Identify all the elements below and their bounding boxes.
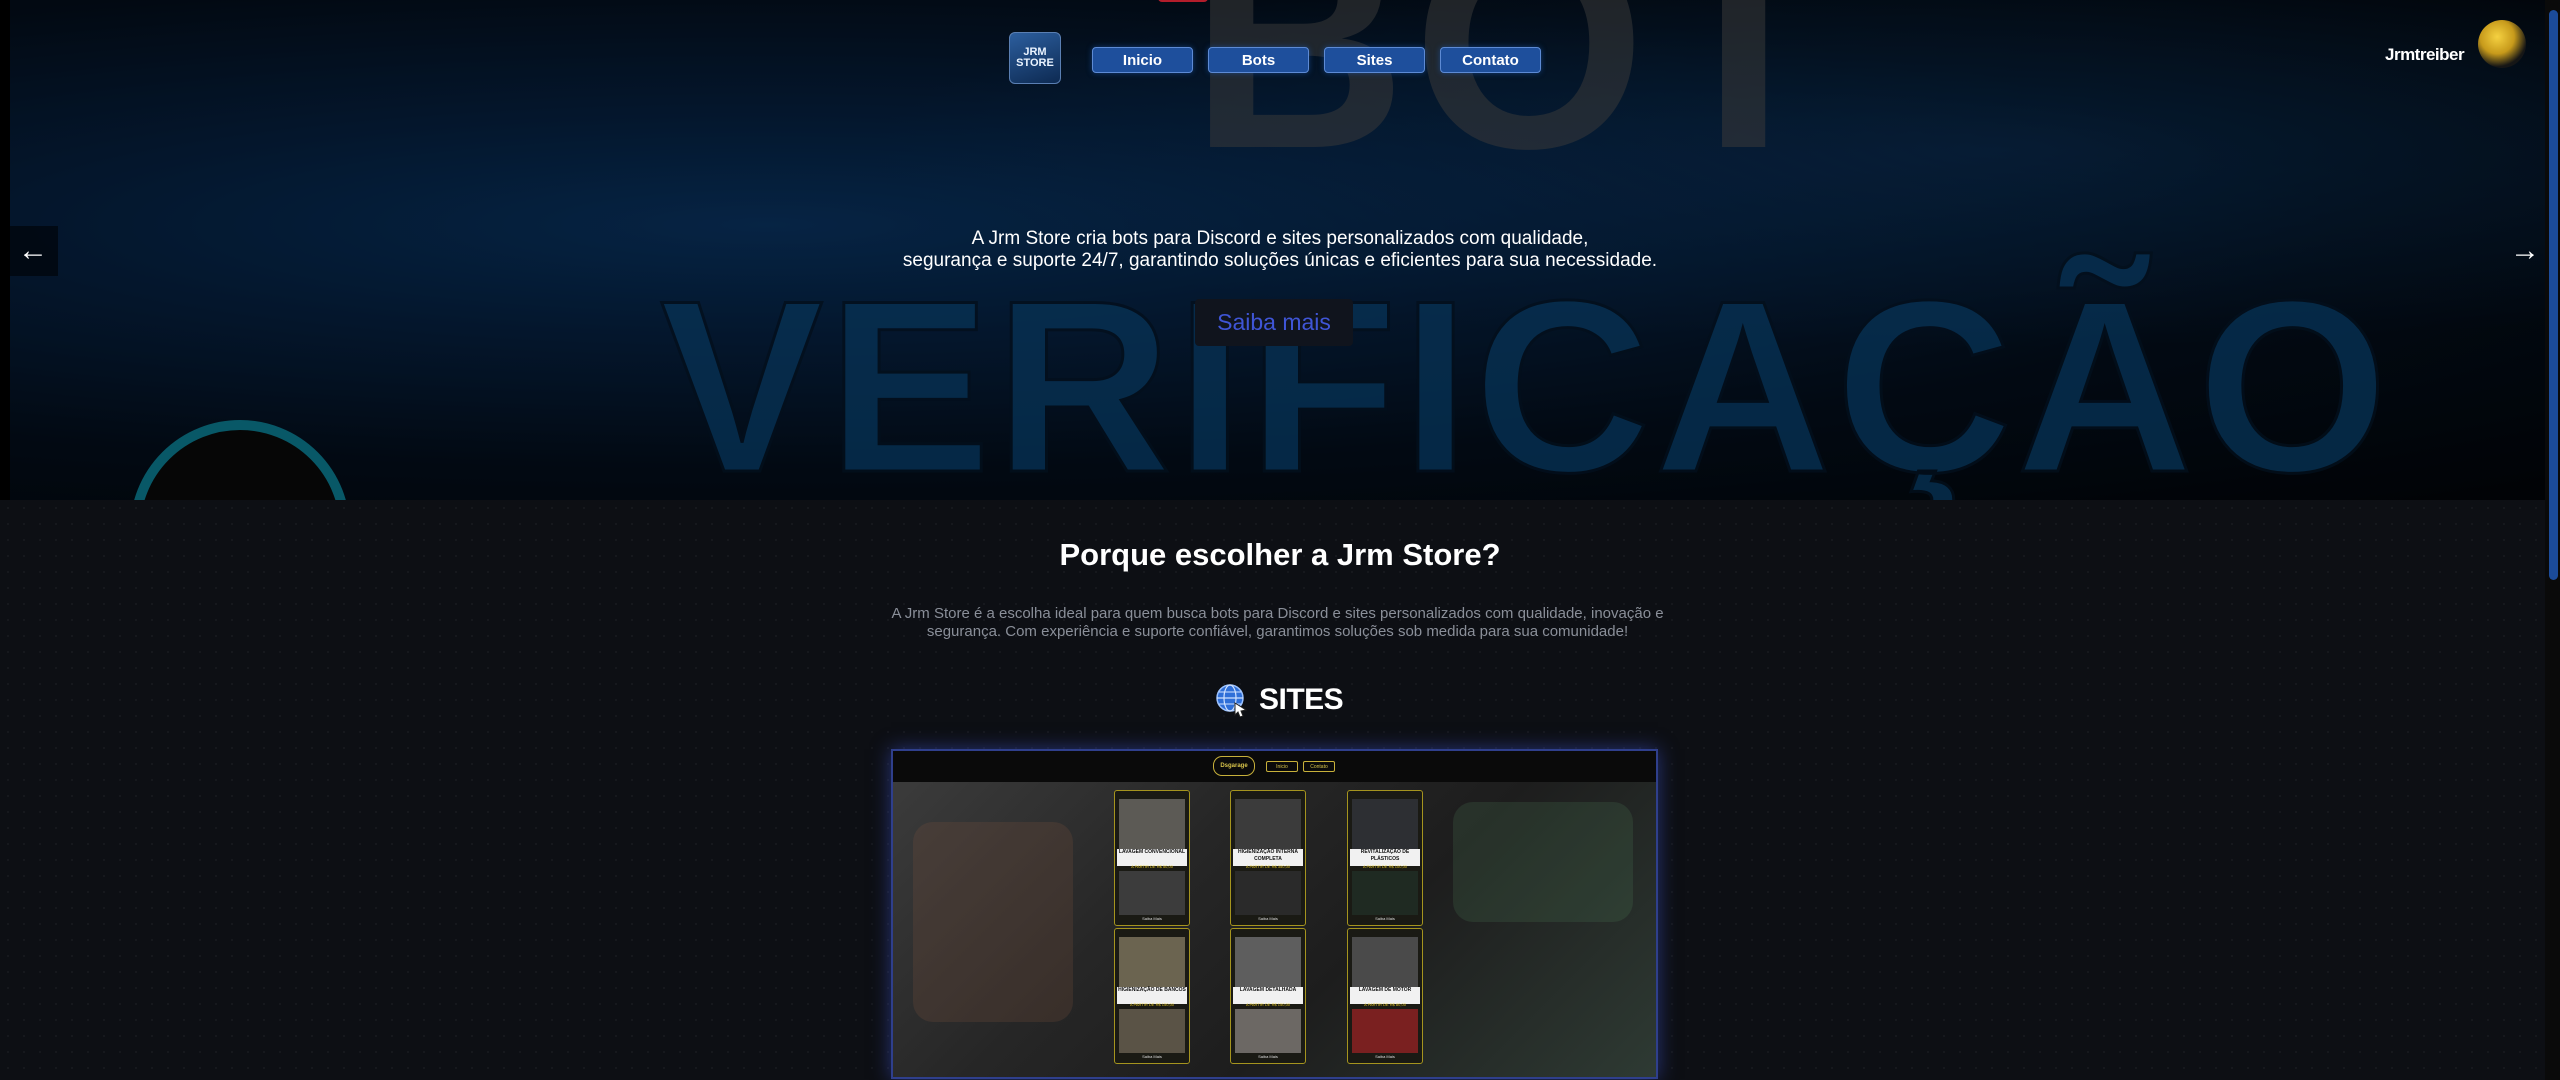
site-preview-card[interactable]: Dsgarage Inicio Contato LAVAGEM CONVENCI… bbox=[891, 749, 1658, 1079]
preview-card-button: Saiba Mais bbox=[1375, 1054, 1395, 1059]
nav-sites-button[interactable]: Sites bbox=[1324, 47, 1425, 73]
preview-card-button: Saiba Mais bbox=[1258, 1054, 1278, 1059]
preview-card-button: Saiba Mais bbox=[1375, 916, 1395, 921]
sites-label: SITES bbox=[1259, 683, 1344, 716]
preview-nav-contato: Contato bbox=[1303, 761, 1335, 772]
preview-nav-inicio: Inicio bbox=[1266, 761, 1298, 772]
carousel-next-arrow-icon[interactable]: → bbox=[2500, 226, 2550, 276]
user-name[interactable]: Jrmtreiber bbox=[2385, 45, 2465, 65]
preview-logo: Dsgarage bbox=[1213, 756, 1255, 776]
preview-card-button: Saiba Mais bbox=[1142, 916, 1162, 921]
preview-service-card: LAVAGEM DE MOTOR A PARTIR DE R$ 80,00 Sa… bbox=[1347, 928, 1423, 1064]
sites-heading: SITES bbox=[1215, 681, 1344, 719]
nav-contato-button[interactable]: Contato bbox=[1440, 47, 1541, 73]
store-logo-line2: STORE bbox=[1016, 57, 1054, 69]
preview-service-card: LAVAGEM DETALHADA A PARTIR DE R$ 150,00 … bbox=[1230, 928, 1306, 1064]
preview-card-price: A PARTIR DE R$ 80,00 bbox=[1364, 1002, 1406, 1007]
preview-header: Dsgarage Inicio Contato bbox=[893, 751, 1656, 783]
hero-indicator bbox=[1158, 0, 1208, 2]
preview-card-price: A PARTIR DE R$ 50,00 bbox=[1131, 864, 1173, 869]
why-choose-section: Porque escolher a Jrm Store? A Jrm Store… bbox=[0, 500, 2560, 1080]
preview-service-card: LAVAGEM CONVENCIONAL A PARTIR DE R$ 50,0… bbox=[1114, 790, 1190, 926]
hero-description-line1: A Jrm Store cria bots para Discord e sit… bbox=[971, 228, 1589, 249]
nav-bots-button[interactable]: Bots bbox=[1208, 47, 1309, 73]
preview-service-card: HIGIENIZAÇÃO INTERNA COMPLETA A PARTIR D… bbox=[1230, 790, 1306, 926]
hero-description-line2: segurança e suporte 24/7, garantindo sol… bbox=[902, 250, 1658, 271]
nav-inicio-button[interactable]: Inicio bbox=[1092, 47, 1193, 73]
preview-background: LAVAGEM CONVENCIONAL A PARTIR DE R$ 50,0… bbox=[893, 782, 1656, 1077]
preview-card-price: A PARTIR DE R$ 150,00 bbox=[1245, 1002, 1291, 1007]
store-logo[interactable]: JRM STORE bbox=[1009, 32, 1061, 84]
saiba-mais-button[interactable]: Saiba mais bbox=[1195, 299, 1353, 346]
preview-card-price: A PARTIR DE R$ 150,00 bbox=[1129, 1002, 1175, 1007]
preview-card-price: A PARTIR DE R$ 350,00 bbox=[1245, 864, 1291, 869]
preview-card-price: A PARTIR DE R$ 100,00 bbox=[1362, 864, 1408, 869]
page-scrollbar-thumb[interactable] bbox=[2549, 10, 2558, 580]
preview-card-button: Saiba Mais bbox=[1142, 1054, 1162, 1059]
carousel-prev-arrow-icon[interactable]: ← bbox=[8, 226, 58, 276]
preview-service-card: HIGIENIZAÇÃO DE BANCOS A PARTIR DE R$ 15… bbox=[1114, 928, 1190, 1064]
hero-banner: BOT VERIFICAÇÃO JRM STORE Inicio Bots Si… bbox=[0, 0, 2560, 500]
section-title: Porque escolher a Jrm Store? bbox=[1059, 537, 1501, 572]
hero-description: A Jrm Store cria bots para Discord e sit… bbox=[780, 228, 1780, 272]
preview-service-card: REVITALIZAÇÃO DE PLÁSTICOS A PARTIR DE R… bbox=[1347, 790, 1423, 926]
section-description: A Jrm Store é a escolha ideal para quem … bbox=[891, 605, 1664, 640]
avatar[interactable] bbox=[2478, 20, 2526, 68]
globe-icon bbox=[1216, 684, 1248, 717]
preview-card-button: Saiba Mais bbox=[1258, 916, 1278, 921]
